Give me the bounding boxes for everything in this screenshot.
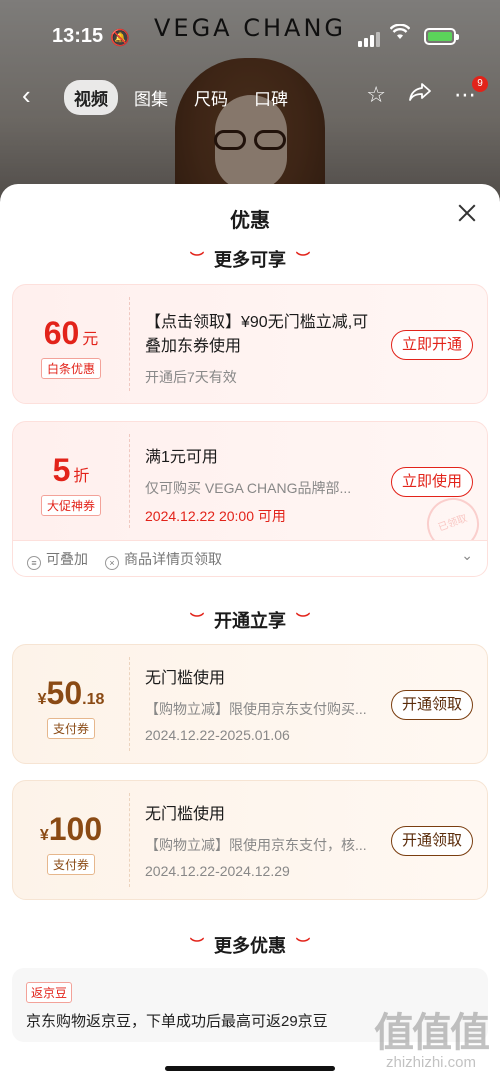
coupon-scope: 仅可购买 VEGA CHANG品牌部... (145, 480, 352, 496)
swoosh-left-icon: ︶ (190, 937, 204, 953)
activate-claim-button[interactable]: 开通领取 (390, 826, 473, 856)
tab-size[interactable]: 尺码 (184, 80, 238, 115)
coupon-decimal: .18 (82, 691, 105, 708)
dashed-divider (129, 297, 130, 391)
coupon-scope: 【购物立减】限使用京东支付，核... (145, 837, 367, 853)
tab-gallery[interactable]: 图集 (124, 80, 178, 115)
source-icon: × (105, 556, 119, 570)
coupon-card-promo[interactable]: 5折 大促神券 满1元可用 仅可购买 VEGA CHANG品牌部... 2024… (12, 421, 488, 541)
swoosh-right-icon: ︶ (296, 937, 310, 953)
star-icon[interactable]: ☆ (366, 82, 386, 108)
dashed-divider (129, 793, 130, 887)
swoosh-right-icon: ︶ (296, 251, 310, 267)
coupon-amount-block: 60 元 白条优惠 (13, 285, 129, 403)
coupon-tag: 大促神券 (40, 495, 101, 516)
stack-icon: ≡ (27, 556, 41, 570)
source-label: 商品详情页领取 (124, 551, 222, 567)
battery-icon (424, 28, 459, 45)
coupon-amount: 5 (52, 452, 71, 488)
coupon-start-time: 2024.12.22 20:00 可用 (145, 508, 286, 524)
coupon-description: 无门槛使用 (145, 806, 226, 823)
claimed-stamp: 已领取 (419, 490, 487, 540)
coupon-card-baitiao[interactable]: 60 元 白条优惠 【点击领取】¥90无门槛立减,可叠加东券使用 开通后7天有效 … (12, 284, 488, 404)
wifi-icon (389, 23, 411, 45)
status-bar: 13:15 🔕 (0, 0, 500, 72)
dashed-divider (129, 657, 130, 751)
coupon-tag: 支付券 (46, 854, 95, 875)
dashed-divider (129, 434, 130, 528)
coupon-amount: 60 (43, 315, 80, 351)
coupon-validity: 2024.12.22-2024.12.29 (145, 863, 290, 879)
section-header-more-discounts: ︶ 更多优惠 ︶ (190, 936, 310, 956)
share-icon[interactable] (408, 82, 432, 108)
home-indicator[interactable] (165, 1066, 335, 1071)
currency-symbol: ¥ (37, 691, 47, 708)
swoosh-left-icon: ︶ (190, 612, 204, 628)
tab-video[interactable]: 视频 (64, 80, 118, 115)
coupon-tag: 支付券 (46, 718, 95, 739)
signal-icon (358, 29, 382, 47)
close-icon[interactable] (456, 202, 478, 224)
coupon-validity: 2024.12.22-2025.01.06 (145, 727, 290, 743)
coupon-scope: 【购物立减】限使用京东支付购买... (145, 701, 367, 717)
coupon-card-payment-50[interactable]: ¥50.18 支付券 无门槛使用 【购物立减】限使用京东支付购买... 2024… (12, 644, 488, 764)
mute-bell-icon: 🔕 (110, 30, 130, 47)
coupon-description: 【点击领取】¥90无门槛立减,可叠加东券使用 (145, 314, 369, 355)
tab-reviews[interactable]: 口碑 (244, 80, 298, 115)
navbar-actions: ☆ ⋯ 9 (366, 76, 488, 108)
use-now-button[interactable]: 立即使用 (390, 467, 473, 497)
coupon-amount: 50 (46, 675, 83, 711)
coupon-description: 无门槛使用 (145, 670, 226, 687)
product-navbar: ‹ 视频 图集 尺码 口碑 ☆ ⋯ 9 (0, 76, 500, 118)
product-tabs: 视频 图集 尺码 口碑 (64, 80, 304, 115)
status-time: 13:15 (52, 25, 104, 47)
activate-now-button[interactable]: 立即开通 (390, 330, 473, 360)
coupon-amount: 100 (48, 811, 103, 847)
notification-badge: 9 (472, 76, 488, 92)
activate-claim-button[interactable]: 开通领取 (390, 690, 473, 720)
currency-symbol: ¥ (39, 827, 49, 844)
stackable-label: 可叠加 (46, 551, 88, 567)
coupon-footer: ≡ 可叠加 × 商品详情页领取 ⌄ (12, 541, 488, 577)
coupon-unit: 折 (73, 468, 90, 485)
sheet-title: 优惠 (230, 210, 270, 232)
coupon-tag: 白条优惠 (40, 358, 101, 379)
watermark-logo: 值值值 zhizhizhi.com (374, 1011, 490, 1071)
chevron-down-icon[interactable]: ⌄ (461, 547, 473, 564)
rebate-text: 京东购物返京豆，下单成功后最高可返29京豆 (26, 1013, 328, 1030)
swoosh-left-icon: ︶ (190, 251, 204, 267)
section-header-more-available: ︶ 更多可享 ︶ (190, 250, 310, 270)
back-icon[interactable]: ‹ (22, 80, 31, 111)
more-icon[interactable]: ⋯ 9 (454, 76, 488, 108)
coupon-unit: 元 (82, 331, 99, 348)
coupon-description: 满1元可用 (145, 449, 218, 466)
rebate-tag: 返京豆 (26, 982, 73, 1003)
coupon-validity: 开通后7天有效 (145, 369, 237, 385)
swoosh-right-icon: ︶ (296, 612, 310, 628)
section-header-activate: ︶ 开通立享 ︶ (190, 611, 310, 631)
coupon-card-payment-100[interactable]: ¥100 支付券 无门槛使用 【购物立减】限使用京东支付，核... 2024.1… (12, 780, 488, 900)
